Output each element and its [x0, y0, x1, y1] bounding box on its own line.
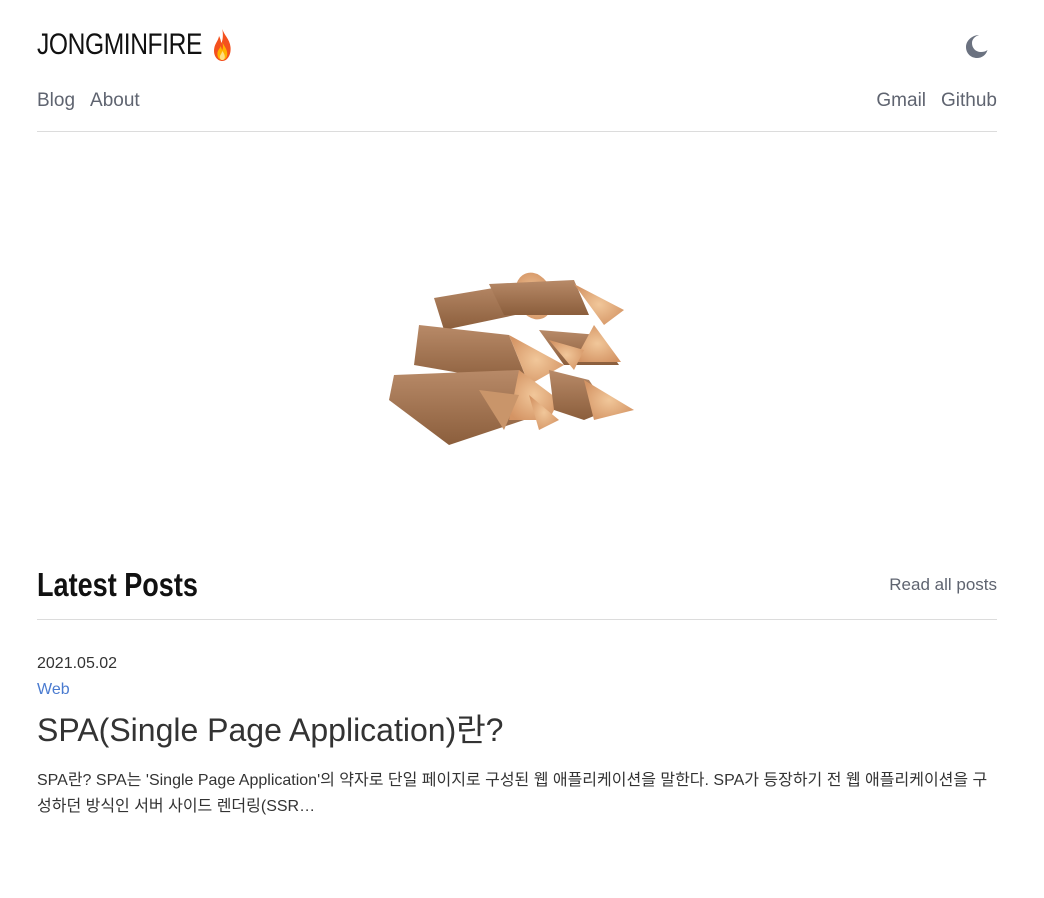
nav-item-about[interactable]: About [90, 90, 140, 112]
header-divider [37, 131, 997, 132]
post-item: 2021.05.02 Web SPA(Single Page Applicati… [37, 655, 997, 819]
post-date: 2021.05.02 [37, 655, 118, 672]
fire-icon [214, 29, 231, 61]
theme-toggle-button[interactable] [963, 33, 989, 59]
latest-posts-title: Latest Posts [37, 566, 198, 603]
firewood-image [389, 272, 634, 445]
post-title-link[interactable]: SPA(Single Page Application)란? [37, 712, 997, 748]
nav-item-blog[interactable]: Blog [37, 90, 75, 112]
section-divider [37, 619, 997, 620]
read-all-posts-link[interactable]: Read all posts [889, 575, 997, 595]
site-title-text: JONGMINFIRE [37, 28, 202, 61]
main-nav: Blog About Gmail Github [37, 88, 997, 118]
nav-item-github[interactable]: Github [941, 90, 997, 112]
post-excerpt: SPA란? SPA는 'Single Page Application'의 약자… [37, 772, 988, 815]
post-category-link[interactable]: Web [37, 681, 997, 699]
nav-left: Blog About [37, 90, 140, 112]
site-title[interactable]: JONGMINFIRE [37, 28, 233, 62]
nav-right: Gmail Github [876, 90, 997, 112]
moon-icon [966, 35, 988, 58]
nav-item-gmail[interactable]: Gmail [876, 90, 926, 112]
